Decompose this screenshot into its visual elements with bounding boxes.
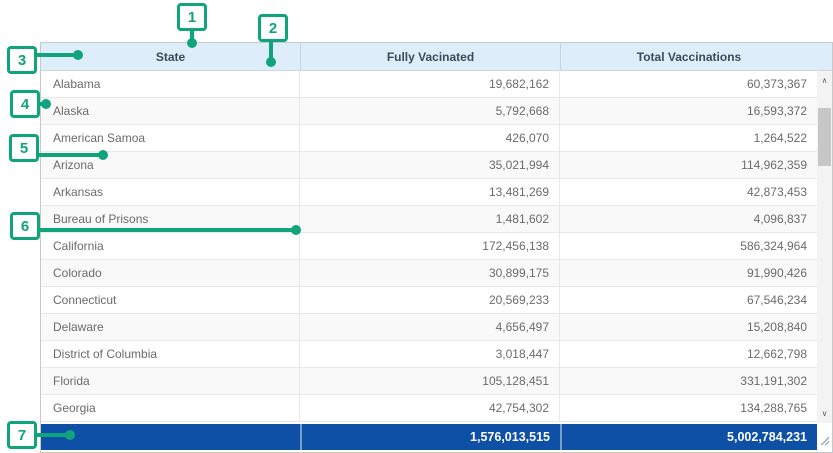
totals-fully-vacinated-cell: 1,576,013,515 bbox=[300, 424, 560, 450]
fully-vacinated-cell: 5,792,668 bbox=[300, 98, 560, 124]
fully-vacinated-cell: 1,481,602 bbox=[300, 206, 560, 232]
callout-1: 1 bbox=[177, 3, 207, 31]
state-cell: California bbox=[41, 233, 300, 259]
fully-vacinated-cell: 13,481,269 bbox=[300, 179, 560, 205]
total-vaccinations-cell: 15,208,840 bbox=[560, 314, 817, 340]
table-header-row: State Fully Vacinated Total Vaccinations bbox=[41, 43, 832, 71]
totals-total-vaccinations-cell: 5,002,784,231 bbox=[560, 424, 817, 450]
fully-vacinated-cell: 3,018,447 bbox=[300, 341, 560, 367]
fully-vacinated-cell: 20,569,233 bbox=[300, 287, 560, 313]
total-vaccinations-cell: 586,324,964 bbox=[560, 233, 817, 259]
total-vaccinations-cell: 67,546,234 bbox=[560, 287, 817, 313]
screenshot-canvas: State Fully Vacinated Total Vaccinations… bbox=[0, 0, 833, 453]
state-cell: Connecticut bbox=[41, 287, 300, 313]
table-row[interactable]: Colorado 30,899,175 91,990,426 bbox=[41, 260, 817, 287]
table-row[interactable]: Georgia 42,754,302 134,288,765 bbox=[41, 395, 817, 422]
resize-grip-icon bbox=[820, 436, 829, 445]
fully-vacinated-cell: 172,456,138 bbox=[300, 233, 560, 259]
table-row[interactable]: American Samoa 426,070 1,264,522 bbox=[41, 125, 817, 152]
callout-4-dot bbox=[41, 99, 51, 109]
callout-5: 5 bbox=[9, 134, 39, 162]
state-cell: Colorado bbox=[41, 260, 300, 286]
callout-5-dot bbox=[98, 150, 108, 160]
total-vaccinations-cell: 42,873,453 bbox=[560, 179, 817, 205]
vaccination-table-widget: State Fully Vacinated Total Vaccinations… bbox=[40, 42, 833, 453]
table-row[interactable]: California 172,456,138 586,324,964 bbox=[41, 233, 817, 260]
fully-vacinated-cell: 426,070 bbox=[300, 125, 560, 151]
total-vaccinations-cell: 331,191,302 bbox=[560, 368, 817, 394]
table-row[interactable]: Florida 105,128,451 331,191,302 bbox=[41, 368, 817, 395]
callout-6: 6 bbox=[10, 212, 40, 240]
table-row[interactable]: Connecticut 20,569,233 67,546,234 bbox=[41, 287, 817, 314]
totals-row: 1,576,013,515 5,002,784,231 bbox=[41, 424, 817, 450]
state-cell: Georgia bbox=[41, 395, 300, 421]
total-vaccinations-cell: 134,288,765 bbox=[560, 395, 817, 421]
table-row[interactable]: Arkansas 13,481,269 42,873,453 bbox=[41, 179, 817, 206]
chevron-down-icon: ∨ bbox=[822, 409, 828, 418]
totals-state-cell bbox=[41, 424, 300, 450]
fully-vacinated-cell: 105,128,451 bbox=[300, 368, 560, 394]
table-row[interactable]: Arizona 35,021,994 114,962,359 bbox=[41, 152, 817, 179]
state-cell: Florida bbox=[41, 368, 300, 394]
state-cell: Alaska bbox=[41, 98, 300, 124]
callout-7: 7 bbox=[7, 421, 37, 449]
callout-3: 3 bbox=[7, 46, 37, 74]
total-vaccinations-cell: 12,662,798 bbox=[560, 341, 817, 367]
callout-2: 2 bbox=[258, 14, 288, 42]
total-vaccinations-cell: 91,990,426 bbox=[560, 260, 817, 286]
table-row[interactable]: Alabama 19,682,162 60,373,367 bbox=[41, 71, 817, 98]
callout-7-dot bbox=[65, 430, 75, 440]
table-body: Alabama 19,682,162 60,373,367 Alaska 5,7… bbox=[41, 71, 817, 422]
total-vaccinations-cell: 1,264,522 bbox=[560, 125, 817, 151]
callout-1-dot bbox=[187, 38, 197, 48]
fully-vacinated-cell: 4,656,497 bbox=[300, 314, 560, 340]
total-vaccinations-cell: 114,962,359 bbox=[560, 152, 817, 178]
scrollbar-corner bbox=[817, 424, 832, 452]
scrollbar-thumb[interactable] bbox=[818, 108, 831, 166]
column-header-fully-vacinated[interactable]: Fully Vacinated bbox=[300, 43, 560, 70]
total-vaccinations-cell: 4,096,837 bbox=[560, 206, 817, 232]
table-row[interactable]: District of Columbia 3,018,447 12,662,79… bbox=[41, 341, 817, 368]
column-header-total-vaccinations[interactable]: Total Vaccinations bbox=[560, 43, 832, 70]
state-cell: District of Columbia bbox=[41, 341, 300, 367]
state-cell: American Samoa bbox=[41, 125, 300, 151]
fully-vacinated-cell: 30,899,175 bbox=[300, 260, 560, 286]
callout-3-dot bbox=[73, 50, 83, 60]
callout-6-line bbox=[39, 228, 294, 232]
callout-6-dot bbox=[291, 225, 301, 235]
state-cell: Delaware bbox=[41, 314, 300, 340]
total-vaccinations-cell: 60,373,367 bbox=[560, 71, 817, 97]
chevron-up-icon: ∧ bbox=[822, 76, 828, 85]
fully-vacinated-cell: 19,682,162 bbox=[300, 71, 560, 97]
table-row[interactable]: Alaska 5,792,668 16,593,372 bbox=[41, 98, 817, 125]
callout-2-dot bbox=[266, 57, 276, 67]
state-cell: Arkansas bbox=[41, 179, 300, 205]
state-cell: Alabama bbox=[41, 71, 300, 97]
callout-3-line bbox=[36, 53, 77, 57]
callout-5-line bbox=[38, 153, 102, 157]
total-vaccinations-cell: 16,593,372 bbox=[560, 98, 817, 124]
fully-vacinated-cell: 35,021,994 bbox=[300, 152, 560, 178]
vertical-scrollbar[interactable]: ∧ ∨ bbox=[817, 71, 832, 423]
scroll-up-button[interactable]: ∧ bbox=[817, 73, 832, 88]
callout-4: 4 bbox=[10, 90, 40, 118]
fully-vacinated-cell: 42,754,302 bbox=[300, 395, 560, 421]
scroll-down-button[interactable]: ∨ bbox=[817, 406, 832, 421]
table-row[interactable]: Delaware 4,656,497 15,208,840 bbox=[41, 314, 817, 341]
